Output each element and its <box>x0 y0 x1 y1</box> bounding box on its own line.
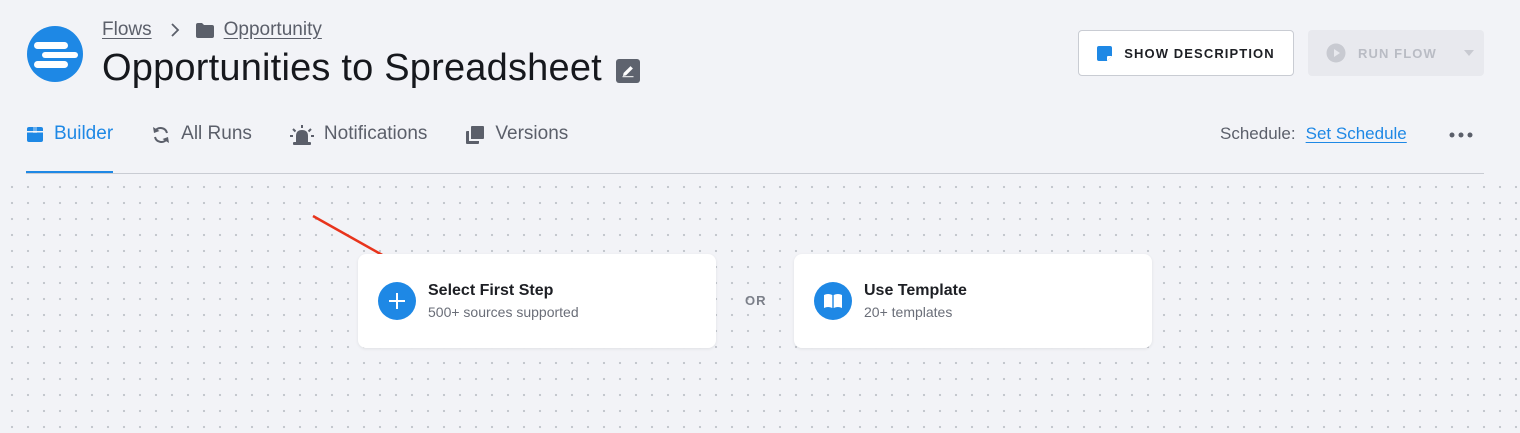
run-flow-label: RUN FLOW <box>1358 45 1437 61</box>
plus-icon <box>378 282 416 320</box>
tab-all-runs-label: All Runs <box>181 123 252 144</box>
note-icon <box>1097 45 1113 61</box>
select-first-step-subtitle: 500+ sources supported <box>428 304 579 320</box>
refresh-icon <box>153 127 170 143</box>
use-template-subtitle: 20+ templates <box>864 304 953 320</box>
title-row: Opportunities to Spreadsheet <box>102 42 640 94</box>
stacked-copies-icon <box>466 126 485 144</box>
tab-divider <box>26 173 1484 174</box>
select-first-step-card[interactable]: Select First Step 500+ sources supported <box>358 254 716 348</box>
flow-builder-page: Flows Opportunity Opportunities to Sprea… <box>0 0 1520 433</box>
tab-builder[interactable]: Builder <box>26 118 114 174</box>
open-book-icon <box>814 282 852 320</box>
breadcrumb: Flows Opportunity <box>102 18 322 42</box>
package-icon <box>27 127 43 142</box>
set-schedule-link[interactable]: Set Schedule <box>1306 124 1407 144</box>
select-first-step-title: Select First Step <box>428 282 554 299</box>
tab-all-runs[interactable]: All Runs <box>151 118 252 174</box>
schedule-label: Schedule: <box>1220 124 1296 143</box>
tab-notifications[interactable]: Notifications <box>289 118 428 174</box>
tab-builder-label: Builder <box>54 123 114 144</box>
run-flow-button[interactable]: RUN FLOW <box>1308 30 1484 76</box>
tab-versions-label: Versions <box>495 123 569 144</box>
tab-bar: Builder All Runs Notifications Versions <box>26 118 606 174</box>
tab-notifications-label: Notifications <box>323 123 428 144</box>
show-description-button[interactable]: SHOW DESCRIPTION <box>1078 30 1294 76</box>
app-logo[interactable] <box>26 25 84 83</box>
play-icon <box>1326 43 1346 63</box>
use-template-title: Use Template <box>864 282 967 299</box>
chevron-right-icon <box>170 23 180 37</box>
builder-canvas[interactable]: Select First Step 500+ sources supported… <box>0 175 1520 433</box>
schedule: Schedule: Set Schedule <box>1220 124 1407 144</box>
ellipsis-icon <box>1449 132 1473 138</box>
page-title: Opportunities to Spreadsheet <box>102 46 602 89</box>
caret-down-icon[interactable] <box>1464 50 1474 56</box>
more-options-button[interactable] <box>1446 124 1476 146</box>
or-separator: OR <box>745 293 767 308</box>
breadcrumb-folder-link[interactable]: Opportunity <box>224 19 322 41</box>
breadcrumb-flows-link[interactable]: Flows <box>102 19 152 41</box>
show-description-label: SHOW DESCRIPTION <box>1124 45 1275 61</box>
pencil-icon[interactable] <box>615 59 640 83</box>
use-template-card[interactable]: Use Template 20+ templates <box>794 254 1152 348</box>
tab-versions[interactable]: Versions <box>465 118 568 174</box>
alarm-bell-icon <box>289 125 314 145</box>
folder-icon <box>195 22 214 38</box>
